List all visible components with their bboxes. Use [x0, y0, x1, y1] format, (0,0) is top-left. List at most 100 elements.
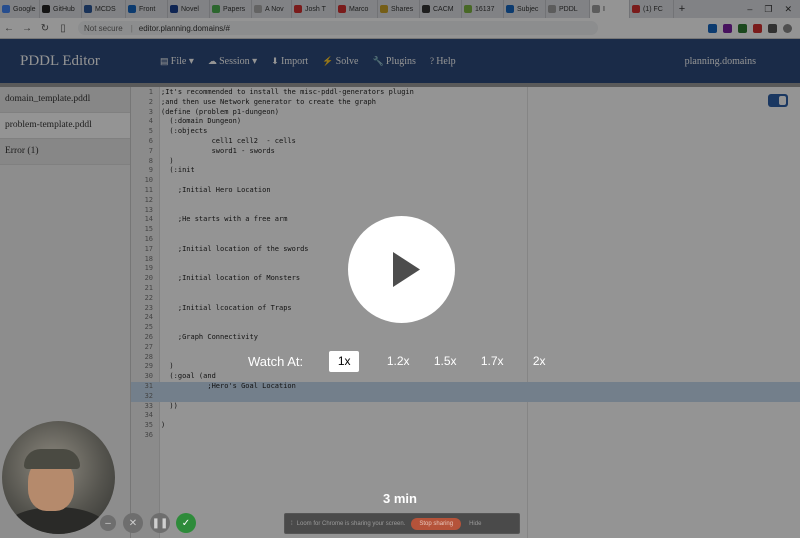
code-line: 33 ))	[131, 402, 800, 412]
menu-item-solve[interactable]: ⚡ Solve	[322, 56, 358, 67]
browser-tab[interactable]: Novel	[168, 0, 210, 18]
security-indicator[interactable]: Not secure	[84, 24, 123, 33]
code-line: 6 cell1 cell2 - cells	[131, 137, 800, 147]
webcam-bubble[interactable]	[2, 421, 115, 534]
window-controls: – ❐ ✕	[747, 4, 800, 15]
code-editor[interactable]: 1 ;It's recommended to install the misc-p…	[131, 87, 800, 538]
line-number: 11	[144, 185, 153, 194]
code-line: 20 ;Initial location of Monsters	[131, 274, 800, 284]
extension-icon[interactable]	[708, 23, 717, 33]
favicon-icon	[294, 5, 302, 13]
code-text: ;Hero's Goal Location	[161, 381, 296, 390]
speed-option[interactable]: 2x	[516, 351, 562, 372]
line-number: 18	[144, 254, 153, 263]
menu-item-file[interactable]: ▤ File ▾	[160, 56, 194, 67]
cloud-icon: ☁	[207, 55, 220, 66]
line-number: 21	[144, 283, 153, 292]
browser-tab[interactable]: 16137	[462, 0, 504, 18]
puzzle-icon[interactable]	[768, 23, 777, 33]
reload-icon[interactable]: ↻	[36, 23, 54, 34]
extension-icon[interactable]	[753, 23, 762, 33]
browser-tab[interactable]: Josh T	[292, 0, 336, 18]
maximize-icon[interactable]: ❐	[764, 4, 772, 15]
browser-tab[interactable]: GitHub	[40, 0, 82, 18]
file-tab[interactable]: problem-template.pddl	[0, 113, 130, 139]
menu-item-label: Solve	[335, 55, 359, 67]
url-field[interactable]: Not secure | editor.planning.domains/#	[78, 21, 598, 35]
new-tab-button[interactable]: +	[674, 3, 690, 15]
code-line: 12	[131, 196, 800, 206]
extension-icon[interactable]	[723, 23, 732, 33]
play-button[interactable]	[348, 216, 455, 323]
line-number: 15	[144, 225, 153, 234]
stop-sharing-button[interactable]: Stop sharing	[411, 517, 462, 530]
main-menu: ▤ File ▾ ☁ Session ▾ ⬇ Import ⚡ Solve 🔧 Plug…	[160, 56, 456, 67]
back-icon[interactable]: ←	[0, 23, 18, 34]
speed-option[interactable]: 1x	[329, 351, 360, 372]
browser-tab[interactable]: Google	[0, 0, 40, 18]
code-text: ;Initial Hero Location	[161, 185, 271, 194]
finish-recording-button[interactable]: ✓	[176, 513, 196, 533]
browser-tab[interactable]: Front	[126, 0, 168, 18]
browser-tab[interactable]: MCDS	[82, 0, 126, 18]
file-tab[interactable]: Error (1)	[0, 139, 130, 165]
browser-tab-label: PDDL	[559, 5, 578, 13]
menu-item-help[interactable]: ? Help	[430, 56, 456, 67]
speed-option[interactable]: 1.7x	[469, 351, 515, 372]
favicon-icon	[632, 5, 640, 13]
code-line: 2 ;and then use Network generator to crea…	[131, 98, 800, 108]
browser-tab-label: 16137	[475, 5, 495, 13]
code-lines[interactable]: 1 ;It's recommended to install the misc-p…	[131, 88, 800, 441]
code-line: 32	[131, 391, 800, 402]
browser-tab[interactable]: Marco	[336, 0, 378, 18]
profile-icon[interactable]	[783, 23, 792, 33]
minimize-icon[interactable]: –	[747, 4, 752, 15]
code-line: 8 )	[131, 157, 800, 167]
line-number: 2	[148, 97, 153, 106]
code-line: 21	[131, 284, 800, 294]
close-icon[interactable]: ✕	[784, 4, 792, 15]
speed-option[interactable]: 1.2x	[375, 351, 421, 372]
menu-item-import[interactable]: ⬇ Import	[271, 56, 308, 67]
browser-tab[interactable]: A Nov	[252, 0, 292, 18]
browser-tab-label: (1) FC	[643, 5, 663, 13]
line-number: 31	[144, 381, 153, 390]
extension-icon[interactable]	[738, 23, 747, 33]
line-number: 5	[148, 127, 153, 136]
browser-tab-label: GitHub	[53, 5, 75, 13]
play-icon	[393, 252, 420, 287]
browser-tab-label: Google	[13, 5, 36, 13]
browser-tab[interactable]: (1) FC	[630, 0, 674, 18]
speed-option[interactable]: 1.5x	[422, 351, 468, 372]
forward-icon[interactable]: →	[18, 23, 36, 34]
browser-tab[interactable]: I	[590, 0, 630, 18]
code-text: ;It's recommended to install the misc-pd…	[161, 88, 414, 96]
menu-item-plugins[interactable]: 🔧 Plugins	[372, 56, 415, 67]
browser-tab[interactable]: Shares	[378, 0, 420, 18]
site-link[interactable]: planning.domains	[685, 56, 756, 67]
code-line: 18	[131, 255, 800, 265]
line-number: 10	[144, 176, 153, 185]
browser-tab[interactable]: Subjec	[504, 0, 546, 18]
browser-tab[interactable]: Papers	[210, 0, 252, 18]
bookmark-icon[interactable]: ▯	[54, 23, 72, 34]
bolt-icon: ⚡	[322, 55, 336, 66]
line-number: 26	[144, 332, 153, 341]
browser-tab[interactable]: CACM	[420, 0, 462, 18]
cancel-recording-button[interactable]: ✕	[123, 513, 143, 533]
share-notice-text: Loom for Chrome is sharing your screen.	[296, 520, 406, 527]
line-number: 28	[144, 352, 153, 361]
menu-item-session[interactable]: ☁ Session ▾	[208, 56, 257, 67]
minus-icon[interactable]: –	[100, 515, 116, 531]
playback-speed-selector: Watch At: 1x 1.2x 1.5x 1.7x 2x	[248, 351, 563, 372]
favicon-icon	[128, 5, 136, 13]
browser-tab[interactable]: PDDL	[546, 0, 590, 18]
pause-recording-button[interactable]: ❚❚	[150, 513, 170, 533]
app-brand[interactable]: PDDL Editor	[20, 53, 160, 70]
file-tab[interactable]: domain_template.pddl	[0, 87, 130, 113]
hide-notice-button[interactable]: Hide	[469, 521, 481, 527]
editor-toggle[interactable]	[768, 94, 788, 107]
